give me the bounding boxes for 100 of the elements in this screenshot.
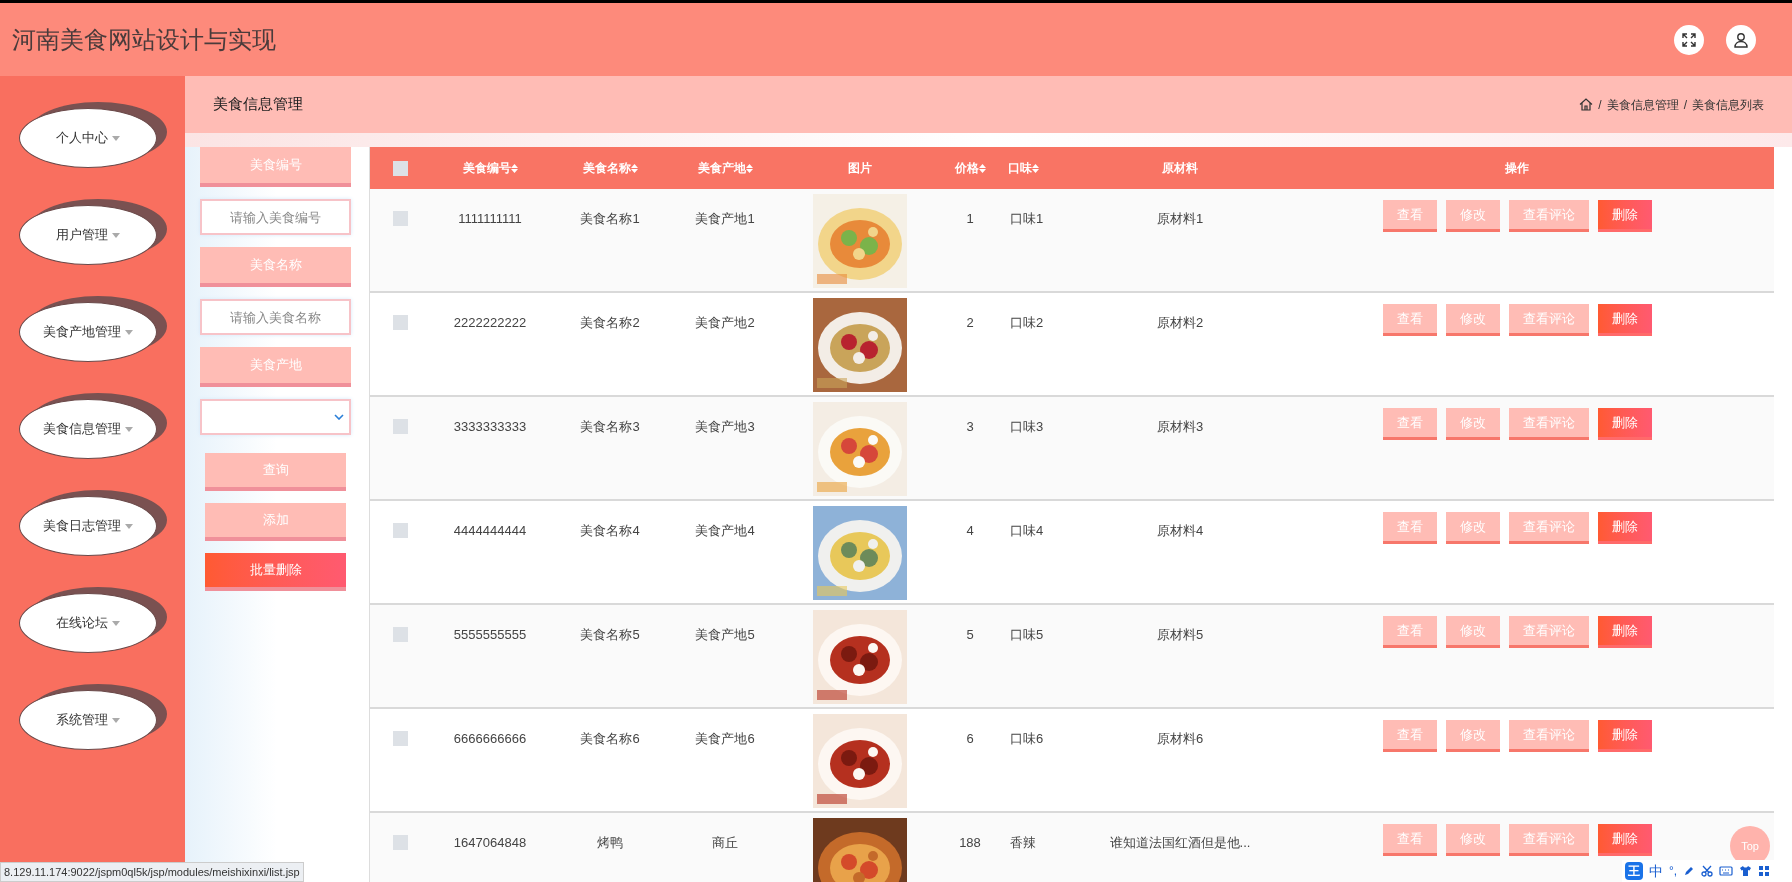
action-button[interactable]: 查看评论 [1508, 408, 1589, 440]
action-button[interactable]: 查看 [1382, 720, 1437, 752]
table-cell-text: 2222222222 [453, 314, 527, 332]
select-field[interactable] [200, 399, 351, 435]
column-header[interactable]: 美食名称 [550, 159, 670, 177]
breadcrumb-link[interactable]: 美食信息列表 [1692, 95, 1764, 114]
breadcrumb-link[interactable]: 美食信息管理 [1606, 95, 1679, 114]
site-title: 河南美食网站设计与实现 [12, 24, 276, 56]
table-cell-text: 美食名称5 [580, 626, 640, 644]
pen-icon[interactable] [1683, 865, 1696, 877]
action-button[interactable]: 修改 [1445, 408, 1500, 440]
table-cell-text: 4 [966, 522, 974, 540]
delete-button[interactable]: 删除 [1597, 408, 1652, 440]
input-mode[interactable]: 中 [1649, 860, 1663, 882]
table-cell-text: 原材料2 [1156, 314, 1204, 332]
user-icon[interactable] [1726, 24, 1756, 55]
column-header[interactable]: 美食编号 [430, 159, 550, 177]
action-button[interactable]: 查看 [1382, 304, 1437, 336]
sidebar-menu-item[interactable]: 在线论坛 [18, 593, 157, 653]
sidebar-menu-item[interactable]: 用户管理 [18, 205, 157, 265]
column-header[interactable]: 美食产地 [670, 159, 780, 177]
action-button[interactable]: 查看 [1382, 616, 1437, 648]
input-field[interactable]: 请输入美食编号 [200, 199, 351, 235]
action-button[interactable]: 查看 [1382, 824, 1437, 856]
delete-button[interactable]: 删除 [1597, 304, 1652, 336]
action-button[interactable]: 查看 [1382, 408, 1437, 440]
table-cell-text: 6 [966, 730, 974, 748]
action-button[interactable]: 查看评论 [1508, 720, 1589, 752]
table-cell-text: 5 [966, 626, 974, 644]
checkbox[interactable] [392, 835, 408, 850]
caret-icon [111, 232, 120, 238]
checkbox[interactable] [392, 731, 408, 746]
action-button[interactable]: 修改 [1445, 824, 1500, 856]
input-field[interactable]: 请输入美食名称 [200, 299, 351, 335]
ime-logo[interactable]: 王 [1625, 862, 1643, 880]
action-button[interactable]: 查看评论 [1508, 304, 1589, 336]
checkbox[interactable] [392, 315, 408, 330]
sort-icon[interactable] [510, 163, 518, 173]
checkbox[interactable] [392, 419, 408, 434]
action-button[interactable]: 修改 [1445, 720, 1500, 752]
table-cell-text: 美食名称1 [580, 210, 640, 228]
table-cell-text: 美食名称4 [580, 522, 640, 540]
keyboard-icon[interactable] [1719, 865, 1734, 877]
table-cell-text: 188 [959, 834, 981, 852]
sidebar-menu-item[interactable]: 个人中心 [18, 108, 157, 168]
scissors-icon[interactable] [1701, 865, 1714, 877]
table-cell-text: 6666666666 [453, 730, 527, 748]
filter-button[interactable]: 添加 [205, 503, 346, 541]
action-button[interactable]: 修改 [1445, 616, 1500, 648]
delete-button[interactable]: 删除 [1597, 616, 1652, 648]
delete-button[interactable]: 删除 [1597, 512, 1652, 544]
fullscreen-icon[interactable] [1674, 24, 1704, 55]
table-cell-text: 原材料4 [1156, 522, 1204, 540]
column-header[interactable]: 价格 [940, 159, 1000, 177]
filter-button[interactable]: 查询 [205, 453, 346, 491]
column-header: 图片 [847, 160, 873, 177]
action-button[interactable]: 查看评论 [1508, 824, 1589, 856]
shirt-icon[interactable] [1739, 865, 1753, 877]
sort-icon[interactable] [630, 163, 638, 173]
punctuation-mode[interactable]: °, [1669, 862, 1678, 880]
table-cell-text: 口味6 [1010, 730, 1044, 748]
checkbox[interactable] [392, 523, 408, 538]
table-cell-text: 原材料1 [1156, 210, 1204, 228]
grid-icon[interactable] [1758, 865, 1771, 877]
action-button[interactable]: 修改 [1445, 304, 1500, 336]
checkbox[interactable] [392, 160, 408, 176]
delete-button[interactable]: 删除 [1597, 720, 1652, 752]
action-button[interactable]: 查看评论 [1508, 616, 1589, 648]
delete-button[interactable]: 删除 [1597, 200, 1652, 232]
column-header: 操作 [1504, 160, 1530, 177]
action-button[interactable]: 查看 [1382, 200, 1437, 232]
checkbox[interactable] [392, 627, 408, 642]
table-cell-text: 口味4 [1010, 522, 1044, 540]
column-header[interactable]: 口味 [1000, 159, 1100, 177]
table-cell-text: 谁知道法国红酒但是他... [1109, 834, 1251, 852]
sort-icon[interactable] [978, 163, 986, 173]
table-cell-text: 美食产地4 [695, 522, 755, 540]
home-icon[interactable] [1579, 98, 1594, 111]
field-label: 美食编号 [200, 147, 351, 187]
table-cell-text: 原材料3 [1156, 418, 1204, 436]
action-button[interactable]: 查看 [1382, 512, 1437, 544]
table-cell-text: 美食产地6 [695, 730, 755, 748]
sidebar-menu-item[interactable]: 系统管理 [18, 690, 157, 750]
sort-icon[interactable] [745, 163, 753, 173]
table-cell-text: 1 [966, 210, 974, 228]
action-button[interactable]: 查看评论 [1508, 200, 1589, 232]
sidebar-menu-item[interactable]: 美食日志管理 [18, 496, 157, 556]
batch-delete-button[interactable]: 批量删除 [205, 553, 346, 591]
action-button[interactable]: 查看评论 [1508, 512, 1589, 544]
sidebar-menu-item[interactable]: 美食产地管理 [18, 302, 157, 362]
table-cell-text: 美食产地2 [695, 314, 755, 332]
table-cell-text: 美食名称3 [580, 418, 640, 436]
sidebar-menu-item[interactable]: 美食信息管理 [18, 399, 157, 459]
delete-button[interactable]: 删除 [1597, 824, 1652, 856]
action-button[interactable]: 修改 [1445, 512, 1500, 544]
sort-icon[interactable] [1032, 163, 1039, 173]
table-cell-text: 4444444444 [453, 522, 527, 540]
checkbox[interactable] [392, 211, 408, 226]
action-button[interactable]: 修改 [1445, 200, 1500, 232]
field-label: 美食名称 [200, 247, 351, 287]
